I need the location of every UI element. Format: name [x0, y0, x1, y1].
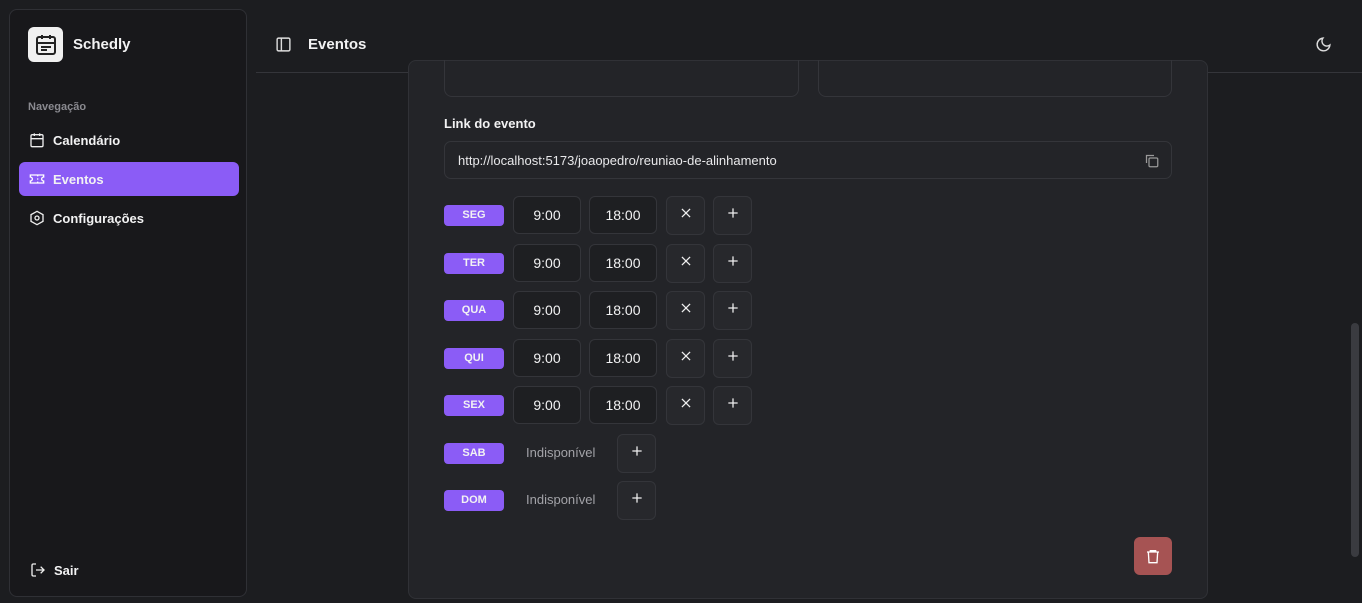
- day-badge[interactable]: DOM: [444, 490, 504, 511]
- sidebar: Schedly Navegação Calendário Eventos Con…: [9, 9, 247, 597]
- settings-icon: [30, 210, 44, 226]
- end-time-input[interactable]: 18:00: [589, 244, 657, 282]
- plus-icon: [726, 301, 740, 320]
- start-time-input[interactable]: 9:00: [513, 339, 581, 377]
- add-interval-button[interactable]: [713, 291, 752, 330]
- event-link-field[interactable]: http://localhost:5173/joaopedro/reuniao-…: [444, 141, 1172, 179]
- close-icon: [679, 349, 693, 368]
- end-time-input[interactable]: 18:00: [589, 196, 657, 234]
- top-input-right[interactable]: [818, 60, 1172, 97]
- app-name: Schedly: [73, 36, 131, 53]
- logout-icon: [31, 563, 45, 577]
- page-title: Eventos: [308, 36, 367, 53]
- unavailable-label: Indisponível: [526, 445, 596, 460]
- day-badge[interactable]: QUA: [444, 300, 504, 321]
- remove-interval-button[interactable]: [666, 244, 705, 283]
- trash-icon: [1147, 550, 1159, 564]
- remove-interval-button[interactable]: [666, 386, 705, 425]
- end-time-input[interactable]: 18:00: [589, 386, 657, 424]
- theme-toggle-moon-icon[interactable]: [1315, 36, 1332, 58]
- top-input-left[interactable]: [444, 60, 799, 97]
- add-interval-button[interactable]: [713, 339, 752, 378]
- start-time-input[interactable]: 9:00: [513, 386, 581, 424]
- day-badge[interactable]: SEG: [444, 205, 504, 226]
- plus-icon: [630, 491, 644, 510]
- copy-icon[interactable]: [1144, 153, 1159, 168]
- sidebar-item-eventos[interactable]: Eventos: [19, 162, 239, 196]
- sidebar-item-label: Eventos: [53, 171, 104, 187]
- event-link-value: http://localhost:5173/joaopedro/reuniao-…: [458, 153, 777, 168]
- plus-icon: [726, 206, 740, 225]
- app-logo-icon: [28, 27, 63, 62]
- add-interval-button[interactable]: [617, 434, 656, 473]
- start-time-input[interactable]: 9:00: [513, 291, 581, 329]
- unavailable-label: Indisponível: [526, 492, 596, 507]
- start-time-input[interactable]: 9:00: [513, 244, 581, 282]
- plus-icon: [726, 349, 740, 368]
- end-time-input[interactable]: 18:00: [589, 291, 657, 329]
- day-badge[interactable]: SAB: [444, 443, 504, 464]
- scrollbar[interactable]: [1351, 323, 1359, 557]
- sidebar-item-label: Calendário: [53, 132, 121, 148]
- logout-button[interactable]: Sair: [30, 562, 79, 578]
- start-time-input[interactable]: 9:00: [513, 196, 581, 234]
- remove-interval-button[interactable]: [666, 291, 705, 330]
- day-badge[interactable]: TER: [444, 253, 504, 274]
- nav-section-label: Navegação: [28, 101, 87, 113]
- close-icon: [679, 206, 693, 225]
- sidebar-item-calendario[interactable]: Calendário: [19, 123, 239, 157]
- link-label: Link do evento: [444, 116, 536, 131]
- sidebar-item-label: Configurações: [53, 210, 145, 226]
- close-icon: [679, 396, 693, 415]
- sidebar-toggle-icon[interactable]: [275, 36, 292, 58]
- delete-event-button[interactable]: [1134, 537, 1172, 575]
- logout-label: Sair: [54, 562, 79, 578]
- add-interval-button[interactable]: [713, 196, 752, 235]
- add-interval-button[interactable]: [713, 244, 752, 283]
- close-icon: [679, 301, 693, 320]
- close-icon: [679, 254, 693, 273]
- end-time-input[interactable]: 18:00: [589, 339, 657, 377]
- day-badge[interactable]: SEX: [444, 395, 504, 416]
- plus-icon: [630, 444, 644, 463]
- add-interval-button[interactable]: [713, 386, 752, 425]
- day-badge[interactable]: QUI: [444, 348, 504, 369]
- remove-interval-button[interactable]: [666, 339, 705, 378]
- calendar-icon: [30, 133, 44, 148]
- remove-interval-button[interactable]: [666, 196, 705, 235]
- add-interval-button[interactable]: [617, 481, 656, 520]
- sidebar-item-configuracoes[interactable]: Configurações: [19, 201, 239, 235]
- plus-icon: [726, 254, 740, 273]
- ticket-icon: [29, 174, 45, 184]
- plus-icon: [726, 396, 740, 415]
